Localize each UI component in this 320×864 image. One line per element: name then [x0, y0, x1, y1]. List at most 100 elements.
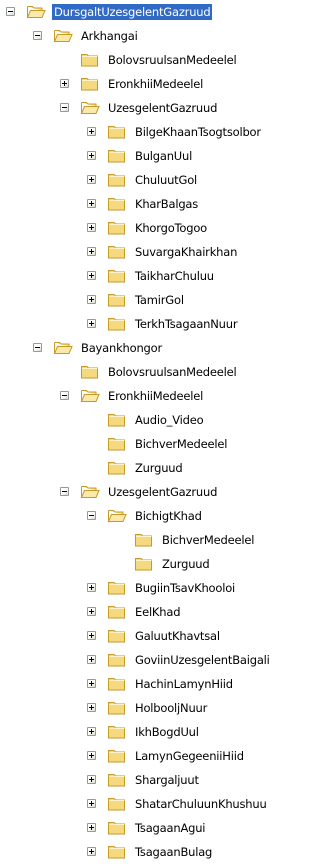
- tree-node[interactable]: Bayankhongor: [0, 336, 296, 360]
- tree-node[interactable]: Arkhangai: [0, 24, 296, 48]
- tree-node[interactable]: HolbooljNuur: [0, 696, 296, 720]
- expand-icon[interactable]: [87, 847, 96, 856]
- tree-node-label[interactable]: HachinLamynHiid: [133, 676, 235, 692]
- tree-node[interactable]: GoviinUzesgelentBaigali: [0, 648, 296, 672]
- tree-node-label[interactable]: BichverMedeelel: [133, 436, 229, 452]
- expand-icon[interactable]: [87, 247, 96, 256]
- tree-node[interactable]: Audio_Video: [0, 408, 296, 432]
- tree-node-label[interactable]: BugiinTsavKhooloi: [133, 580, 237, 596]
- expand-icon[interactable]: [87, 751, 96, 760]
- collapse-icon[interactable]: [60, 487, 69, 496]
- expand-icon[interactable]: [87, 607, 96, 616]
- tree-node-label[interactable]: BilgeKhaanTsogtsolbor: [133, 124, 263, 140]
- tree-node[interactable]: TaikharChuluu: [0, 264, 296, 288]
- tree-node-label[interactable]: KhorgoTogoo: [133, 220, 209, 236]
- tree-node[interactable]: TamirGol: [0, 288, 296, 312]
- collapse-icon[interactable]: [6, 7, 15, 16]
- tree-node-label[interactable]: EronkhiiMedeelel: [106, 388, 205, 404]
- expand-icon[interactable]: [87, 703, 96, 712]
- tree-node[interactable]: TsagaanBulag: [0, 840, 296, 864]
- tree-node-label[interactable]: GoviinUzesgelentBaigali: [133, 652, 272, 668]
- tree-node[interactable]: LamynGegeeniiHiid: [0, 744, 296, 768]
- expand-icon[interactable]: [87, 631, 96, 640]
- tree-node[interactable]: KhorgoTogoo: [0, 216, 296, 240]
- tree-node-label[interactable]: Zurguud: [160, 556, 211, 572]
- tree-node[interactable]: TerkhTsagaanNuur: [0, 312, 296, 336]
- tree-node-label[interactable]: DursgaltUzesgelentGazruud: [52, 4, 213, 20]
- tree-node[interactable]: EronkhiiMedeelel: [0, 384, 296, 408]
- tree-node[interactable]: ShatarChuluunKhushuu: [0, 792, 296, 816]
- tree-node-label[interactable]: BolovsruulsanMedeelel: [106, 52, 239, 68]
- tree-node[interactable]: BilgeKhaanTsogtsolbor: [0, 120, 296, 144]
- tree-node-label[interactable]: TamirGol: [133, 292, 186, 308]
- expand-icon[interactable]: [87, 127, 96, 136]
- tree-node[interactable]: BugiinTsavKhooloi: [0, 576, 296, 600]
- tree-node-label[interactable]: HolbooljNuur: [133, 700, 209, 716]
- tree-node-label[interactable]: EronkhiiMedeelel: [106, 76, 205, 92]
- expand-icon[interactable]: [87, 319, 96, 328]
- tree-node-label[interactable]: BolovsruulsanMedeelel: [106, 364, 239, 380]
- collapse-icon[interactable]: [33, 31, 42, 40]
- tree-node[interactable]: UzesgelentGazruud: [0, 480, 296, 504]
- expand-icon[interactable]: [87, 175, 96, 184]
- tree-node[interactable]: Zurguud: [0, 456, 296, 480]
- tree-node-label[interactable]: Arkhangai: [79, 28, 140, 44]
- expand-icon[interactable]: [87, 775, 96, 784]
- tree-node[interactable]: SuvargaKhairkhan: [0, 240, 296, 264]
- tree-node-label[interactable]: KharBalgas: [133, 196, 200, 212]
- tree-node[interactable]: BolovsruulsanMedeelel: [0, 360, 296, 384]
- tree-node-label[interactable]: Shargaljuut: [133, 772, 201, 788]
- tree-node-label[interactable]: TsagaanBulag: [133, 844, 214, 860]
- collapse-icon[interactable]: [87, 511, 96, 520]
- expand-icon[interactable]: [87, 295, 96, 304]
- tree-node[interactable]: Zurguud: [0, 552, 296, 576]
- tree-node-label[interactable]: UzesgelentGazruud: [106, 484, 219, 500]
- expand-icon[interactable]: [87, 151, 96, 160]
- expand-icon[interactable]: [87, 799, 96, 808]
- tree-node-label[interactable]: BichverMedeelel: [160, 532, 256, 548]
- tree-node-label[interactable]: BulganUul: [133, 148, 194, 164]
- tree-node[interactable]: BichverMedeelel: [0, 432, 296, 456]
- tree-node-label[interactable]: Bayankhongor: [79, 340, 164, 356]
- tree-node-label[interactable]: GaluutKhavtsal: [133, 628, 222, 644]
- tree-node-label[interactable]: Audio_Video: [133, 412, 205, 428]
- tree-node[interactable]: KharBalgas: [0, 192, 296, 216]
- tree-node-label[interactable]: ChuluutGol: [133, 172, 199, 188]
- tree-node[interactable]: EelKhad: [0, 600, 296, 624]
- collapse-icon[interactable]: [60, 103, 69, 112]
- expand-icon[interactable]: [60, 79, 69, 88]
- expand-icon[interactable]: [87, 583, 96, 592]
- tree-node-label[interactable]: TaikharChuluu: [133, 268, 216, 284]
- tree-node[interactable]: IkhBogdUul: [0, 720, 296, 744]
- collapse-icon[interactable]: [60, 391, 69, 400]
- tree-node-label[interactable]: ShatarChuluunKhushuu: [133, 796, 269, 812]
- tree-node-label[interactable]: LamynGegeeniiHiid: [133, 748, 246, 764]
- collapse-icon[interactable]: [33, 343, 42, 352]
- tree-node-label[interactable]: UzesgelentGazruud: [106, 100, 219, 116]
- tree-node[interactable]: EronkhiiMedeelel: [0, 72, 296, 96]
- tree-node-label[interactable]: BichigtKhad: [133, 508, 204, 524]
- expand-icon[interactable]: [87, 727, 96, 736]
- expand-icon[interactable]: [87, 271, 96, 280]
- expand-icon[interactable]: [87, 655, 96, 664]
- expand-icon[interactable]: [87, 823, 96, 832]
- tree-node-label[interactable]: IkhBogdUul: [133, 724, 201, 740]
- tree-node-label[interactable]: TsagaanAgui: [133, 820, 207, 836]
- tree-node[interactable]: GaluutKhavtsal: [0, 624, 296, 648]
- tree-node[interactable]: BichverMedeelel: [0, 528, 296, 552]
- tree-node-label[interactable]: SuvargaKhairkhan: [133, 244, 239, 260]
- tree-node[interactable]: ChuluutGol: [0, 168, 296, 192]
- tree-node[interactable]: Shargaljuut: [0, 768, 296, 792]
- expand-icon[interactable]: [87, 679, 96, 688]
- tree-node[interactable]: UzesgelentGazruud: [0, 96, 296, 120]
- tree-node[interactable]: BichigtKhad: [0, 504, 296, 528]
- tree-node-label[interactable]: Zurguud: [133, 460, 184, 476]
- tree-node-label[interactable]: TerkhTsagaanNuur: [133, 316, 239, 332]
- expand-icon[interactable]: [87, 199, 96, 208]
- tree-node[interactable]: DursgaltUzesgelentGazruud: [0, 0, 296, 24]
- tree-node-label[interactable]: EelKhad: [133, 604, 182, 620]
- tree-node[interactable]: TsagaanAgui: [0, 816, 296, 840]
- tree-node[interactable]: HachinLamynHiid: [0, 672, 296, 696]
- expand-icon[interactable]: [87, 223, 96, 232]
- tree-node[interactable]: BolovsruulsanMedeelel: [0, 48, 296, 72]
